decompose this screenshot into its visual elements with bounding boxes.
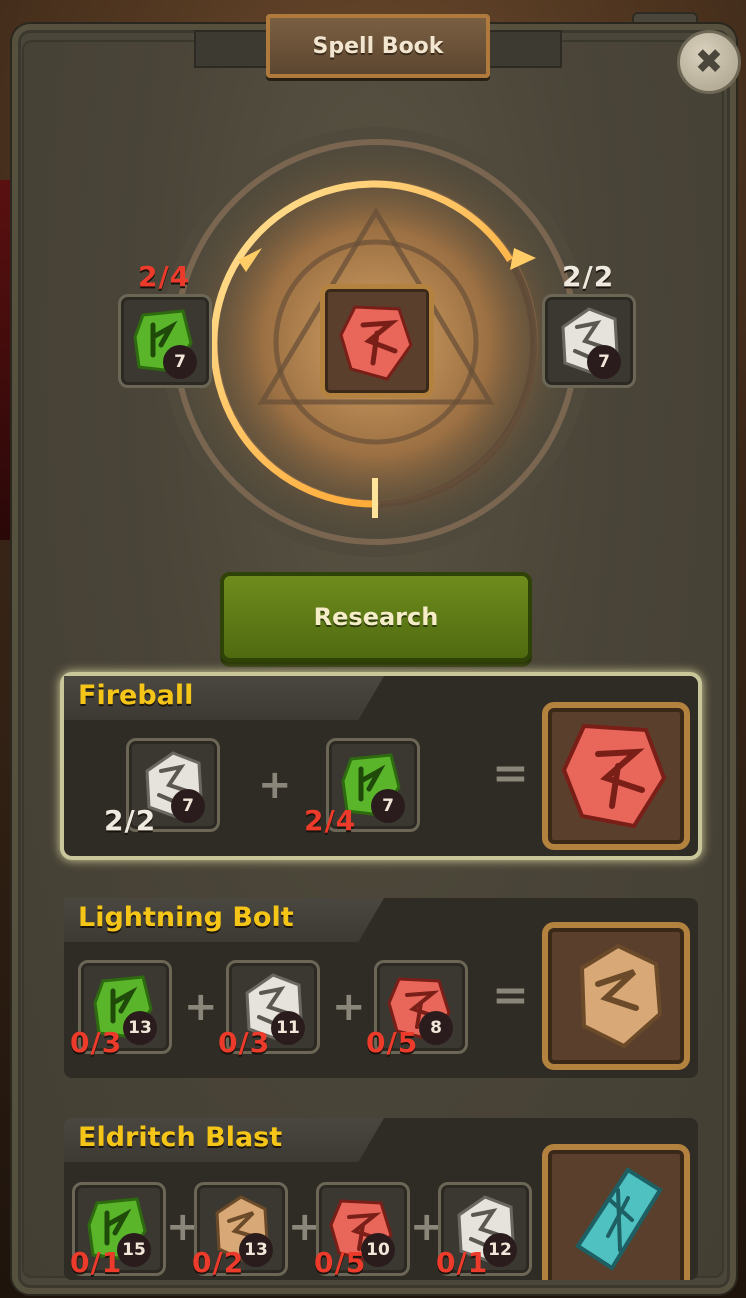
recipe-title: Lightning Bolt [78,902,294,933]
plus-sign: + [332,984,366,1030]
left-rune-fraction: 2/4 [138,260,191,293]
recipe-title: Eldritch Blast [78,1122,283,1153]
recipe-result-slot [542,1144,690,1280]
ingredient-fraction: 0/5 [366,1026,419,1059]
recipe-lightning-bolt[interactable]: Lightning Bolt 13 0/3 + 11 0/3 + 8 0/5 = [64,898,698,1078]
plus-sign: + [258,762,292,808]
recipe-title: Fireball [78,680,194,711]
recipe-fireball[interactable]: Fireball 7 2/2 + 7 2/4 = [64,676,698,856]
ingredient-fraction: 0/3 [70,1026,123,1059]
ingredient-fraction: 0/1 [436,1246,489,1279]
ingredient-fraction: 0/5 [314,1246,367,1279]
right-rune-fraction: 2/2 [562,260,615,293]
left-rune-slot[interactable]: 7 [118,294,212,388]
right-rune-slot[interactable]: 7 [542,294,636,388]
eldritch-rune-icon [575,1167,663,1271]
ingredient-fraction: 0/3 [218,1026,271,1059]
rune-count-badge: 7 [371,789,405,823]
fire-rune-icon [561,723,667,829]
stone-rune-icon [561,307,619,375]
fire-rune-icon [339,305,413,381]
ingredient-fraction: 0/1 [70,1246,123,1279]
recipe-result-slot [542,702,690,850]
research-button[interactable]: Research [220,572,532,662]
lightning-rune-icon [579,943,663,1049]
ingredient-fraction: 2/2 [104,804,157,837]
close-icon: ✖ [694,42,724,82]
plus-sign: + [184,984,218,1030]
nature-rune-icon [133,309,193,373]
equals-sign: = [492,748,529,799]
center-rune-slot [320,284,434,398]
title-plate: Spell Book [194,14,562,80]
page-title: Spell Book [312,34,444,59]
rune-count-badge: 8 [419,1011,453,1045]
rune-count-badge: 7 [171,789,205,823]
equals-sign: = [492,970,529,1021]
rune-count-badge: 11 [271,1011,305,1045]
ingredient-fraction: 2/4 [304,804,357,837]
recipe-result-slot [542,922,690,1070]
recipe-eldritch-blast[interactable]: Eldritch Blast 15 0/1 + 13 0/2 + 10 0/5 … [64,1118,698,1280]
rune-count-badge: 13 [123,1011,157,1045]
rune-count-badge: 7 [587,345,621,379]
rune-count-badge: 7 [163,345,197,379]
ingredient-fraction: 0/2 [192,1246,245,1279]
close-button[interactable]: ✖ [677,30,741,94]
research-button-label: Research [313,603,439,631]
